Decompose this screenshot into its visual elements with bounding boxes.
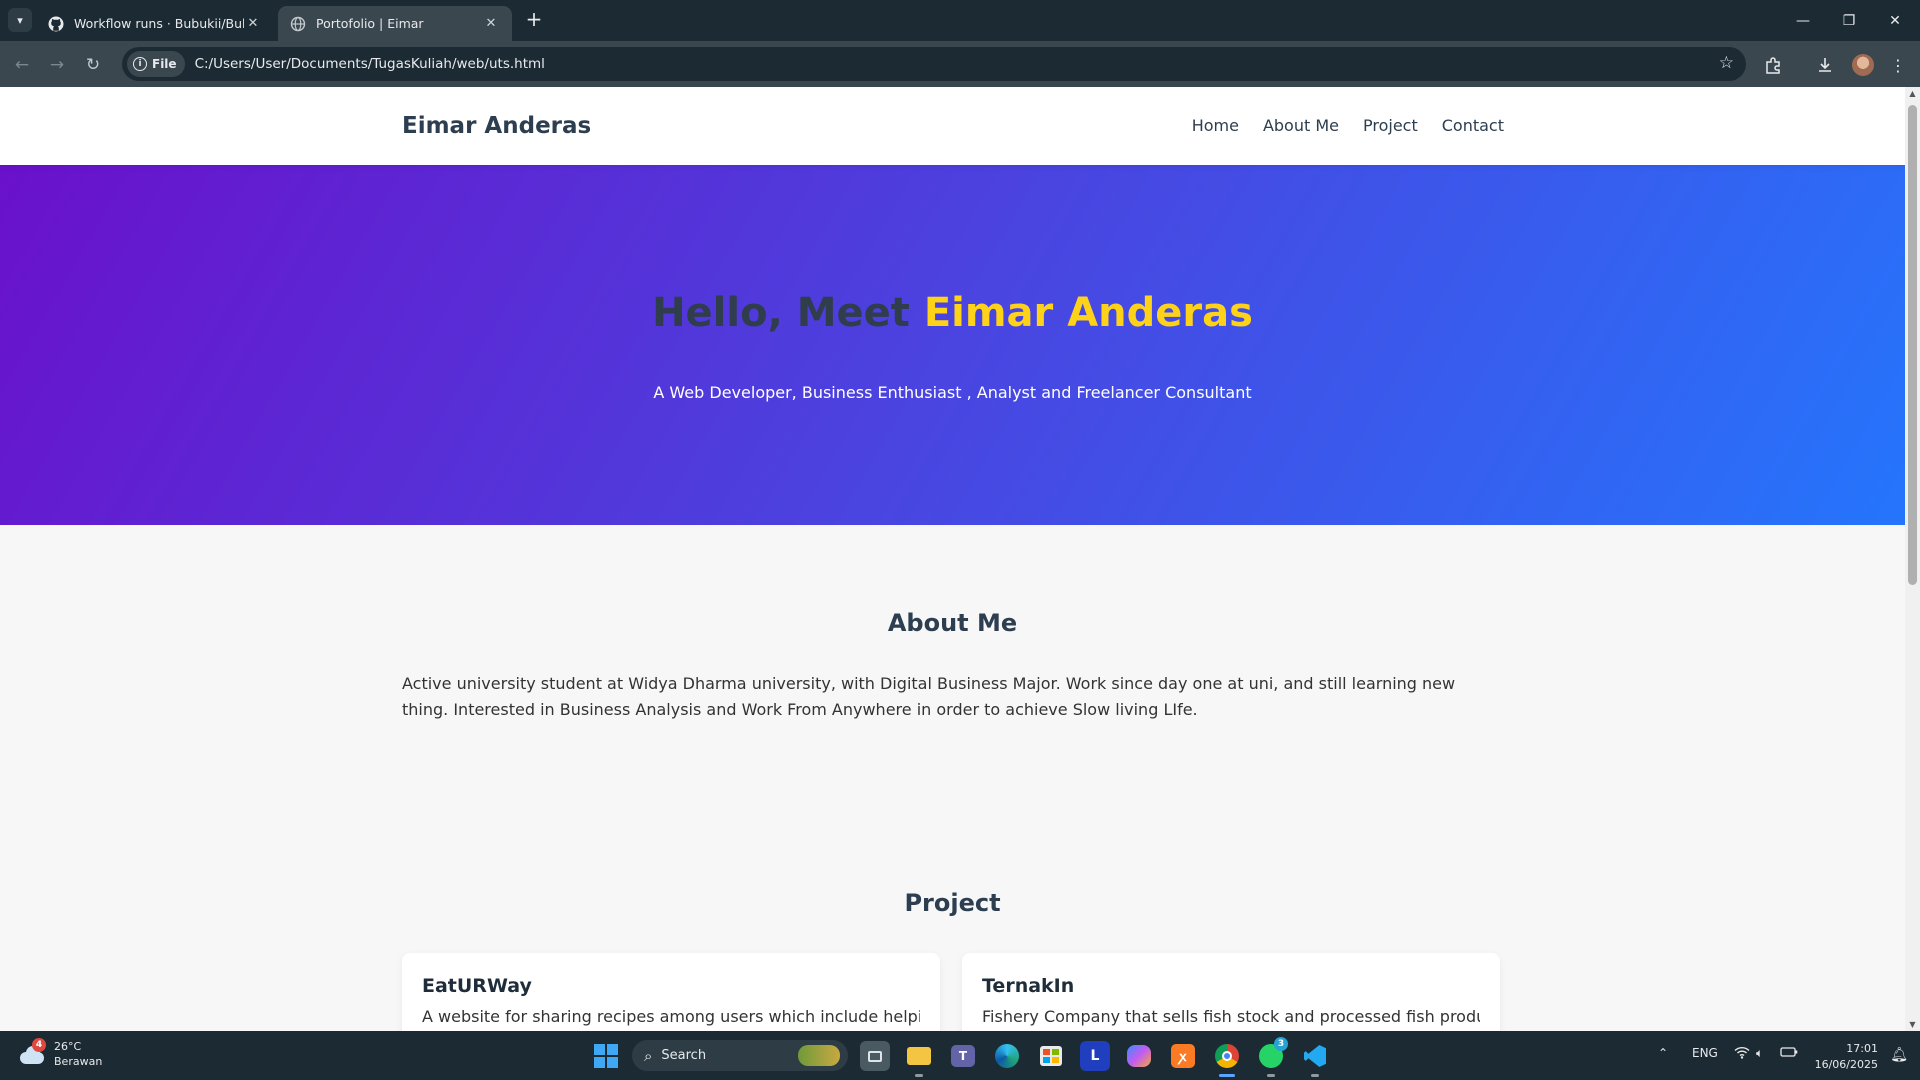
hero-greeting: Hello, Meet: [652, 290, 924, 336]
scroll-up-icon[interactable]: ▲: [1908, 89, 1917, 98]
reload-icon[interactable]: ↻: [80, 52, 106, 78]
project-description: A website for sharing recipes among user…: [422, 1007, 920, 1026]
download-icon[interactable]: [1812, 52, 1838, 78]
weather-condition: Berawan: [54, 1055, 103, 1068]
cloud-icon: 4: [18, 1038, 46, 1064]
about-text: Active university student at Widya Dharm…: [402, 674, 1456, 719]
site-header: Eimar Anderas Home About Me Project Cont…: [0, 87, 1905, 165]
taskbar-search[interactable]: ⌕ Search: [632, 1040, 848, 1071]
scrollbar-thumb[interactable]: [1908, 105, 1917, 585]
file-explorer-icon[interactable]: [904, 1041, 934, 1077]
notification-bell-icon[interactable]: 🔔︎: [1890, 1047, 1908, 1063]
tab-search-chevron-icon[interactable]: ▾: [8, 8, 32, 32]
project-card[interactable]: EatURWay A website for sharing recipes a…: [402, 953, 940, 1031]
search-icon: ⌕: [644, 1046, 653, 1065]
search-highlight-image: [798, 1045, 840, 1066]
microsoft-store-icon[interactable]: [1036, 1041, 1066, 1071]
hero-section: Hello, Meet Eimar Anderas A Web Develope…: [0, 165, 1905, 525]
project-title: Project: [904, 889, 1001, 917]
search-label: Search: [661, 1048, 707, 1063]
l-app-icon[interactable]: L: [1080, 1041, 1110, 1071]
minimize-icon[interactable]: —: [1780, 0, 1826, 41]
url-text[interactable]: C:/Users/User/Documents/TugasKuliah/web/…: [195, 56, 545, 72]
browser-toolbar: ← → ↻ i File C:/Users/User/Documents/Tug…: [0, 41, 1920, 87]
site-brand[interactable]: Eimar Anderas: [402, 113, 591, 139]
tab-workflow-runs[interactable]: Workflow runs · Bubukii/Bubukii ✕: [36, 6, 274, 41]
wifi-icon[interactable]: [1734, 1046, 1750, 1062]
chevron-up-icon[interactable]: ⌃: [1658, 1046, 1668, 1060]
clock-date: 16/06/2025: [1814, 1058, 1878, 1071]
project-name: TernakIn: [982, 975, 1075, 997]
page-viewport: Eimar Anderas Home About Me Project Cont…: [0, 87, 1905, 1031]
extensions-icon[interactable]: [1760, 52, 1786, 78]
site-nav: Home About Me Project Contact: [1192, 116, 1504, 135]
project-description: Fishery Company that sells fish stock an…: [982, 1007, 1480, 1026]
whatsapp-icon[interactable]: 3: [1256, 1037, 1288, 1077]
hero-heading: Hello, Meet Eimar Anderas: [0, 290, 1905, 336]
close-tab-icon[interactable]: ✕: [244, 16, 262, 31]
menu-kebab-icon[interactable]: ⋮: [1885, 52, 1911, 78]
clock-time: 17:01: [1846, 1042, 1878, 1055]
new-tab-button[interactable]: +: [520, 8, 548, 32]
back-icon[interactable]: ←: [9, 52, 35, 78]
windows-start-icon[interactable]: [594, 1044, 618, 1068]
teams-icon[interactable]: T: [948, 1041, 978, 1071]
copilot-icon[interactable]: [1124, 1041, 1154, 1071]
system-clock[interactable]: 17:01 16/06/2025: [1815, 1041, 1878, 1073]
hero-name: Eimar Anderas: [923, 290, 1253, 336]
edge-icon[interactable]: [992, 1041, 1022, 1071]
tab-portfolio[interactable]: Portofolio | Eimar ✕: [278, 6, 512, 41]
weather-badge: 4: [32, 1038, 46, 1052]
language-indicator[interactable]: ENG: [1692, 1046, 1718, 1060]
windows-taskbar: 4 26°C Berawan ⌕ Search T L ꭗ 3 ⌃ ENG 🔈︎…: [0, 1031, 1920, 1080]
project-name: EatURWay: [422, 975, 532, 997]
chrome-icon[interactable]: [1212, 1041, 1242, 1077]
project-card[interactable]: TernakIn Fishery Company that sells fish…: [962, 953, 1500, 1031]
browser-tab-bar: ▾ Workflow runs · Bubukii/Bubukii ✕ Port…: [0, 0, 1920, 41]
profile-avatar[interactable]: [1850, 52, 1876, 78]
vscode-icon[interactable]: [1300, 1041, 1330, 1077]
bookmark-star-icon[interactable]: ☆: [1719, 53, 1734, 73]
tab-title: Portofolio | Eimar: [316, 16, 424, 31]
volume-icon[interactable]: 🔈︎: [1756, 1046, 1763, 1061]
scroll-down-icon[interactable]: ▼: [1908, 1020, 1917, 1029]
address-bar[interactable]: i File C:/Users/User/Documents/TugasKuli…: [122, 47, 1746, 81]
info-icon: i: [133, 57, 147, 71]
forward-icon[interactable]: →: [44, 52, 70, 78]
whatsapp-badge: 3: [1274, 1037, 1288, 1051]
restore-icon[interactable]: ❐: [1826, 0, 1872, 41]
close-window-icon[interactable]: ✕: [1872, 0, 1918, 41]
close-tab-icon[interactable]: ✕: [482, 16, 500, 31]
nav-about-me[interactable]: About Me: [1263, 116, 1339, 135]
nav-home[interactable]: Home: [1192, 116, 1239, 135]
globe-icon: [290, 16, 306, 32]
page-scrollbar[interactable]: ▲ ▼: [1905, 87, 1920, 1031]
github-icon: [48, 16, 64, 32]
nav-project[interactable]: Project: [1363, 116, 1418, 135]
weather-temp: 26°C: [54, 1040, 82, 1053]
task-view-icon[interactable]: [860, 1041, 890, 1071]
weather-widget[interactable]: 4 26°C Berawan: [18, 1038, 103, 1069]
file-chip-label: File: [152, 57, 177, 71]
avatar: [1852, 54, 1874, 76]
xampp-icon[interactable]: ꭗ: [1168, 1041, 1198, 1071]
site-info-button[interactable]: i File: [127, 51, 185, 77]
nav-contact[interactable]: Contact: [1442, 116, 1504, 135]
about-title: About Me: [887, 609, 1018, 637]
hero-tagline: A Web Developer, Business Enthusiast , A…: [653, 383, 1252, 402]
battery-icon[interactable]: [1780, 1046, 1798, 1061]
tab-title: Workflow runs · Bubukii/Bubukii: [74, 16, 244, 31]
